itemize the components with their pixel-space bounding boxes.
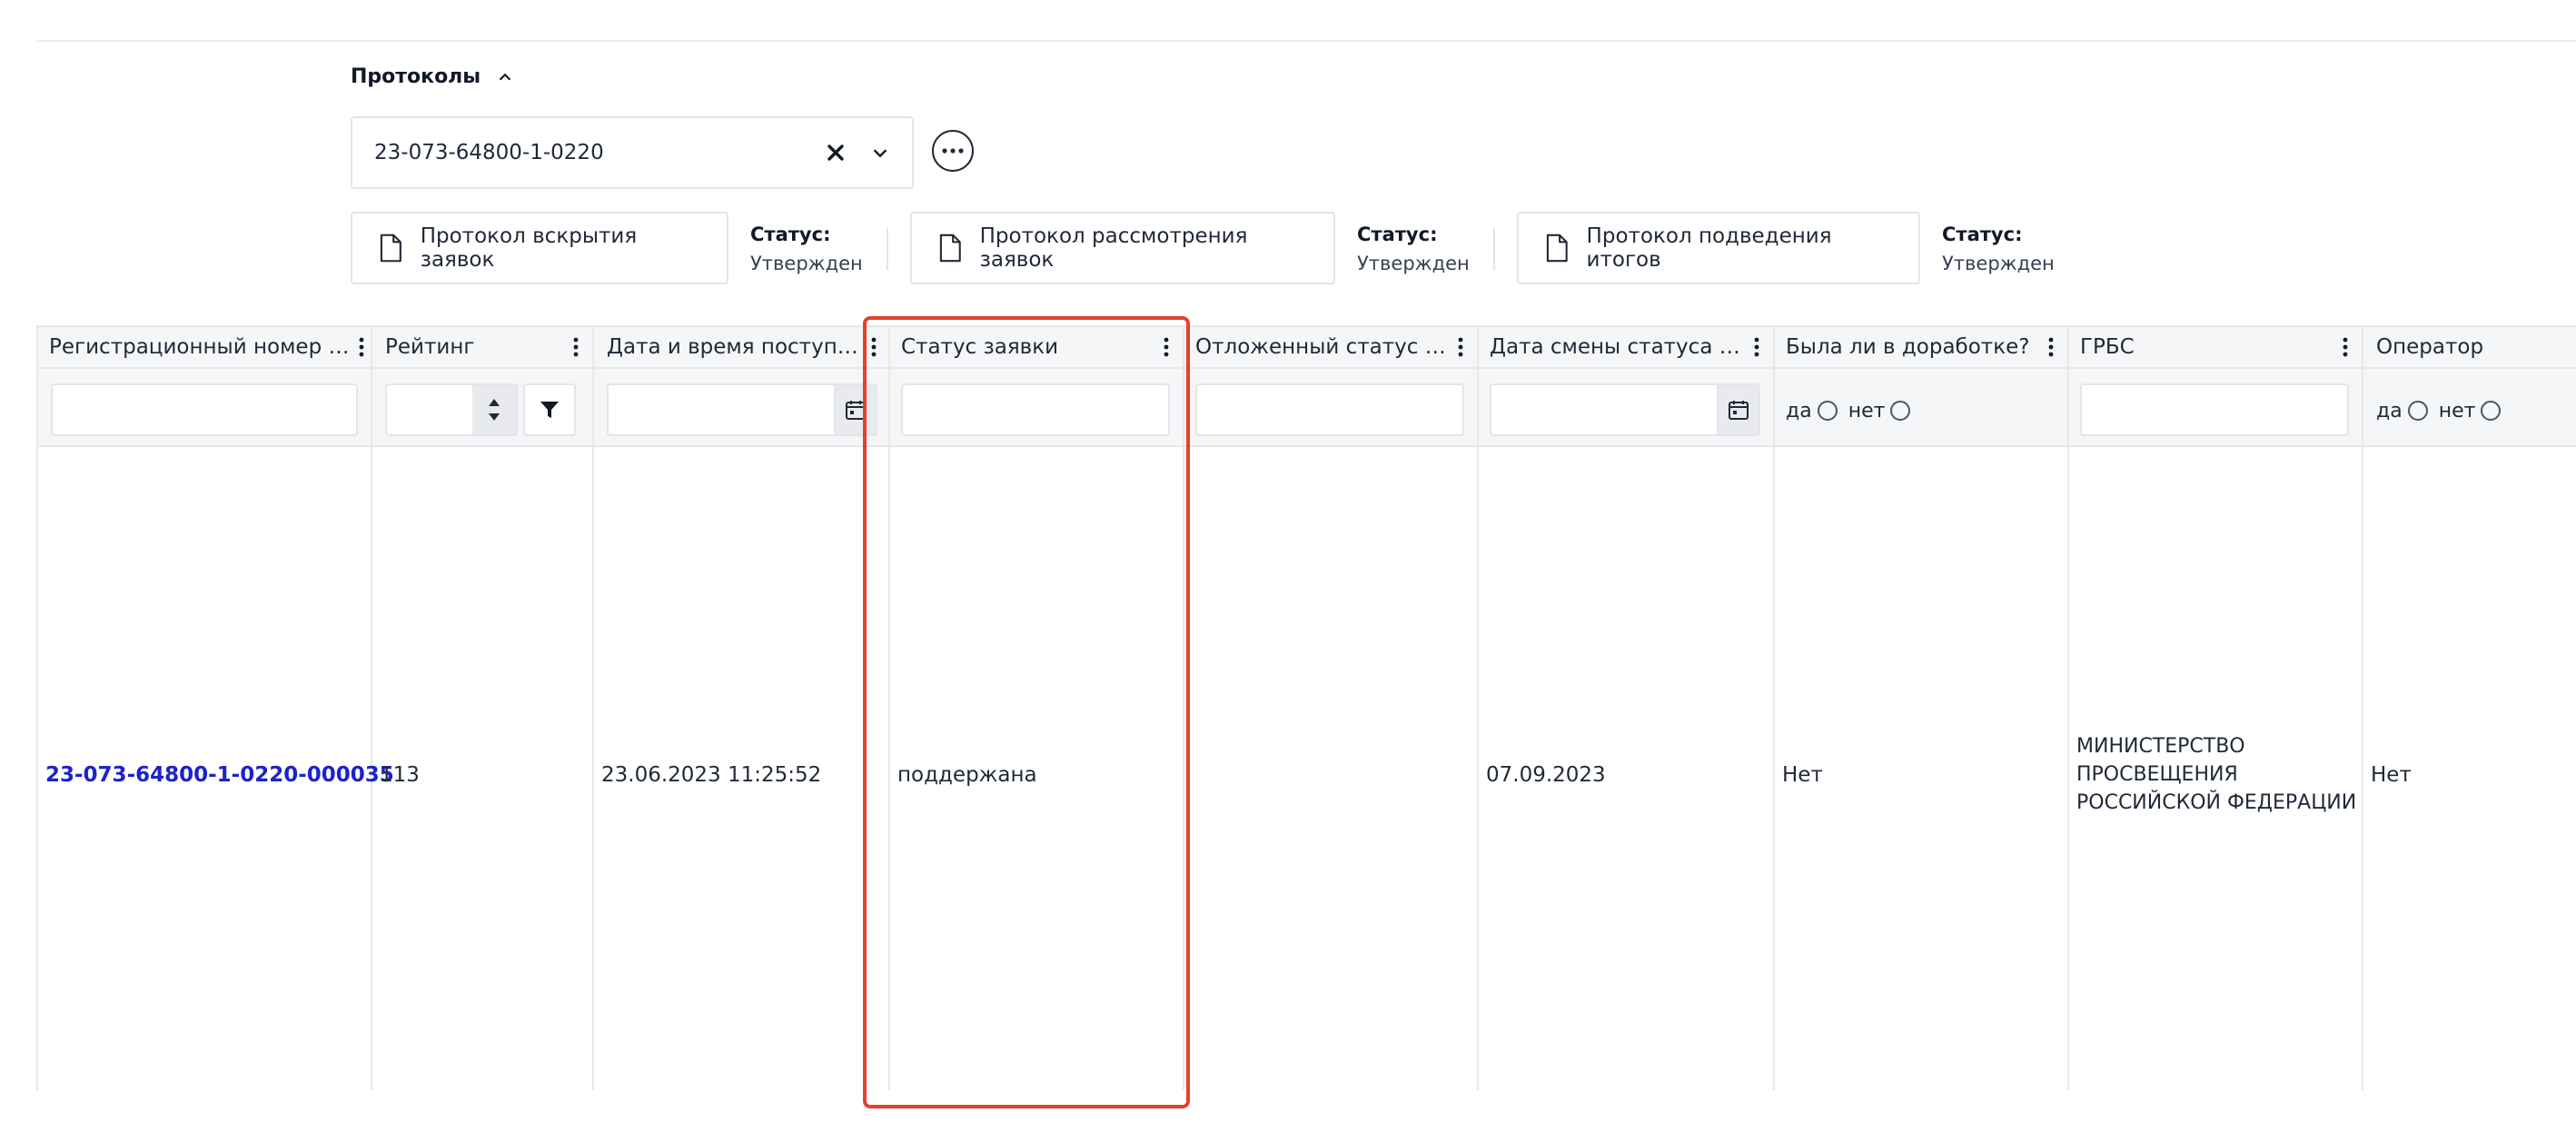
column-divider (371, 325, 372, 1090)
status-label: Статус: (1942, 224, 2023, 245)
protocol-results-button[interactable]: Протокол подведения итогов (1517, 212, 1920, 284)
rating-filter-button[interactable] (523, 383, 576, 436)
grbs-line: ПРОСВЕЩЕНИЯ (2076, 763, 2238, 786)
reg-number-link[interactable]: 23-073-64800-1-0220-000035 (45, 761, 394, 790)
kebab-icon[interactable] (870, 336, 877, 358)
radio-no[interactable] (2481, 401, 2502, 421)
status-filter-input[interactable] (901, 383, 1170, 436)
status-change-date-filter-input[interactable] (1490, 383, 1760, 436)
protocol-review-status: Статус: Утвержден (1357, 220, 1470, 278)
column-header-label: Дата и время поступлен... (607, 335, 865, 359)
grbs-cell: МИНИСТЕРСТВО ПРОСВЕЩЕНИЯ РОССИЙСКОЙ ФЕДЕ… (2076, 732, 2356, 817)
document-icon (1546, 234, 1568, 263)
column-divider (592, 325, 594, 1090)
operator-filter: да нет (2376, 391, 2506, 431)
kebab-icon[interactable] (1753, 336, 1760, 358)
protocols-title: Протоколы (351, 65, 481, 88)
protocol-select[interactable]: 23-073-64800-1-0220 (351, 116, 914, 189)
deferred-status-filter-input[interactable] (1195, 383, 1464, 436)
radio-no-label: нет (2438, 399, 2476, 422)
reg-number-filter-input[interactable] (51, 383, 358, 436)
protocol-opening-label: Протокол вскрытия заявок (420, 224, 638, 272)
kebab-icon[interactable] (1457, 336, 1464, 358)
calendar-icon[interactable] (1717, 385, 1759, 434)
column-divider (1183, 325, 1184, 1090)
protocol-results-label: Протокол подведения итогов (1586, 224, 1832, 272)
radio-no-label: нет (1848, 399, 1886, 422)
divider (887, 228, 888, 270)
chevron-down-icon[interactable] (870, 143, 890, 163)
protocol-opening-status: Статус: Утвержден (750, 220, 863, 278)
column-header-was-revised[interactable]: Была ли в доработке? (1786, 325, 2055, 369)
divider (1493, 228, 1495, 270)
column-header-status[interactable]: Статус заявки (901, 325, 1170, 369)
radio-no[interactable] (1890, 401, 1911, 421)
kebab-icon[interactable] (1163, 336, 1170, 358)
rating-filter-input[interactable] (385, 383, 518, 436)
document-icon (380, 234, 401, 263)
rating-cell: 113 (380, 763, 420, 787)
received-cell: 23.06.2023 11:25:52 (601, 763, 822, 787)
chevron-up-icon (499, 73, 511, 81)
radio-yes-label: да (2376, 399, 2403, 422)
kebab-icon[interactable] (2342, 336, 2349, 358)
column-header-label: Дата смены статуса зая... (1490, 335, 1748, 359)
column-divider (1477, 325, 1479, 1090)
column-header-label: Была ли в доработке? (1786, 335, 2030, 359)
calendar-icon[interactable] (834, 385, 876, 434)
more-icon (942, 148, 964, 154)
column-header-label: Статус заявки (901, 335, 1059, 359)
protocol-select-value: 23-073-64800-1-0220 (374, 141, 604, 164)
kebab-icon[interactable] (358, 336, 365, 358)
column-header-label: Регистрационный номер за... (49, 335, 352, 359)
column-header-rating[interactable]: Рейтинг (385, 325, 580, 369)
column-header-operator[interactable]: Оператор (2376, 325, 2576, 369)
was-revised-filter: да нет (1786, 391, 1916, 431)
was-revised-cell: Нет (1782, 763, 1823, 787)
column-divider (888, 325, 890, 1090)
status-value: Утвержден (1357, 253, 1470, 274)
filter-icon (540, 402, 559, 418)
radio-yes-label: да (1786, 399, 1812, 422)
radio-yes[interactable] (1817, 401, 1838, 421)
radio-yes[interactable] (2407, 401, 2428, 421)
status-label: Статус: (1357, 224, 1438, 245)
column-divider (1773, 325, 1775, 1090)
more-actions-button[interactable] (932, 130, 974, 172)
column-divider (36, 325, 38, 1090)
column-header-received[interactable]: Дата и время поступлен... (607, 325, 877, 369)
operator-cell: Нет (2371, 763, 2412, 787)
column-divider (2067, 325, 2069, 1090)
clear-icon[interactable] (825, 142, 847, 164)
column-header-deferred-status[interactable]: Отложенный статус зая... (1195, 325, 1464, 369)
protocol-review-button[interactable]: Протокол рассмотрения заявок (910, 212, 1335, 284)
column-header-label: ГРБС (2080, 335, 2135, 359)
protocol-review-label: Протокол рассмотрения заявок (979, 224, 1248, 272)
received-date-filter-input[interactable] (607, 383, 877, 436)
applications-table: Регистрационный номер за... Рейтинг Дата… (36, 325, 2576, 1090)
document-icon (939, 234, 961, 263)
column-header-label: Отложенный статус зая... (1195, 335, 1451, 359)
top-divider (36, 40, 2576, 42)
status-change-date-cell: 07.09.2023 (1486, 763, 1606, 787)
protocol-opening-button[interactable]: Протокол вскрытия заявок (351, 212, 728, 284)
column-header-reg-number[interactable]: Регистрационный номер за... (49, 325, 365, 369)
status-label: Статус: (750, 224, 831, 245)
status-value: Утвержден (750, 253, 863, 274)
column-divider (2362, 325, 2363, 1090)
protocols-toggle[interactable]: Протоколы (351, 65, 515, 88)
kebab-icon[interactable] (2047, 336, 2055, 358)
grbs-line: РОССИЙСКОЙ ФЕДЕРАЦИИ (2076, 791, 2357, 814)
kebab-icon[interactable] (572, 336, 580, 358)
column-header-status-change-date[interactable]: Дата смены статуса зая... (1490, 325, 1760, 369)
column-header-label: Рейтинг (385, 335, 475, 359)
spinner-arrows-icon[interactable] (472, 385, 516, 434)
column-header-grbs[interactable]: ГРБС (2080, 325, 2349, 369)
column-header-label: Оператор (2376, 335, 2484, 359)
status-cell: поддержана (897, 763, 1037, 787)
grbs-filter-input[interactable] (2080, 383, 2349, 436)
grbs-line: МИНИСТЕРСТВО (2076, 735, 2245, 758)
status-value: Утвержден (1942, 253, 2055, 274)
protocol-results-status: Статус: Утвержден (1942, 220, 2055, 278)
